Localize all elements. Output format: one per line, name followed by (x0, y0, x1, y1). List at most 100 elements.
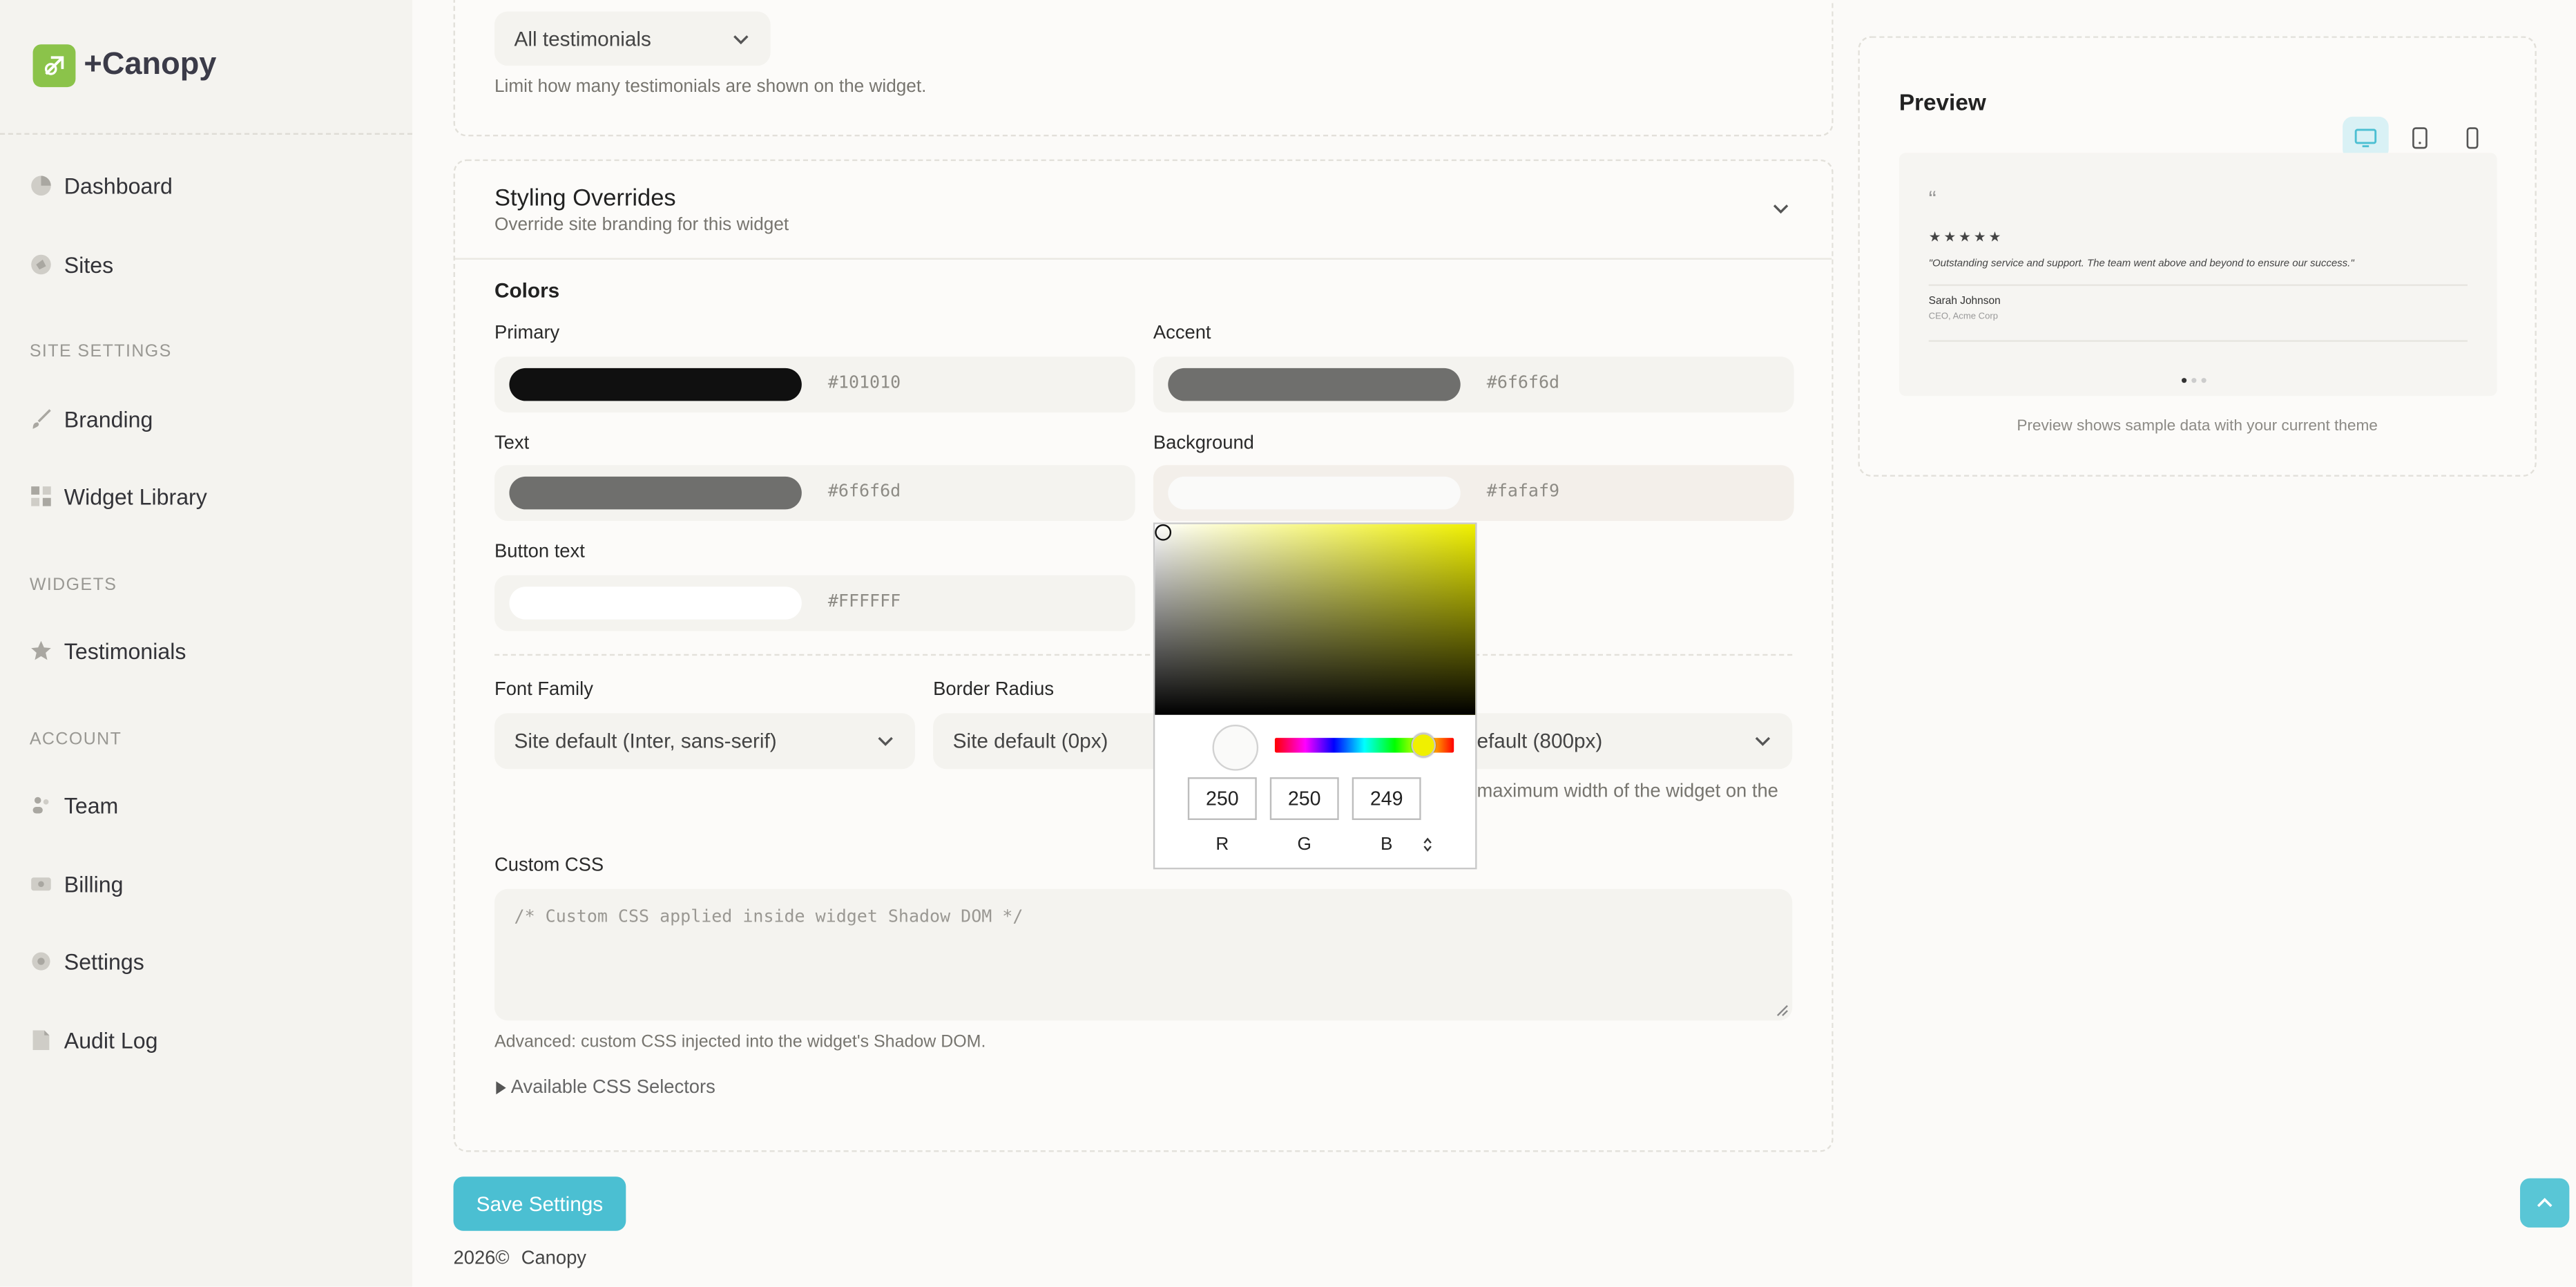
chevron-down-icon[interactable] (1771, 199, 1791, 219)
carousel-dot[interactable] (2191, 378, 2197, 383)
saturation-handle[interactable] (1155, 524, 1172, 541)
saturation-area[interactable] (1155, 524, 1476, 715)
text-color-hex[interactable]: #6f6f6d (828, 482, 901, 502)
section-divider (494, 654, 1793, 656)
footer: 2026© Canopy (454, 1249, 586, 1269)
testimonial-author: Sarah Johnson (1928, 296, 2001, 307)
text-color-swatch[interactable] (509, 476, 802, 510)
scroll-to-top-button[interactable] (2520, 1178, 2570, 1228)
green-input[interactable]: 250 (1269, 777, 1339, 821)
sidebar-item-label: Branding (64, 406, 153, 432)
globe-icon (30, 253, 52, 276)
primary-color-swatch[interactable] (509, 368, 802, 401)
testimonial-quote: "Outstanding service and support. The te… (1928, 258, 2354, 270)
blue-label: B (1380, 835, 1393, 855)
hue-slider[interactable] (1274, 732, 1454, 758)
carousel-dot[interactable] (2181, 378, 2187, 383)
sidebar-item-label: Billing (64, 871, 124, 897)
caret-right-icon (496, 1081, 506, 1095)
chevron-up-icon (2537, 1197, 2553, 1208)
background-color-label: Background (1153, 433, 1254, 454)
button-text-color-field: #FFFFFF (494, 575, 1135, 631)
max-width-help: maximum width of the widget on the (1477, 782, 1778, 802)
color-preview-circle (1212, 725, 1259, 771)
sidebar-item-testimonials[interactable]: Testimonials (30, 634, 186, 667)
button-text-color-hex[interactable]: #FFFFFF (828, 591, 901, 611)
sidebar-item-label: Team (64, 792, 119, 818)
background-color-field: #fafaf9 (1153, 465, 1794, 522)
credit-card-icon (30, 873, 52, 895)
footer-brand: Canopy (521, 1248, 586, 1269)
section-label-site-settings: SITE SETTINGS (29, 341, 172, 362)
text-color-label: Text (494, 433, 530, 454)
button-text-color-swatch[interactable] (509, 587, 802, 620)
sidebar-item-sites[interactable]: Sites (30, 248, 113, 281)
green-label: G (1297, 835, 1311, 855)
pie-chart-icon (30, 174, 52, 197)
background-color-swatch[interactable] (1168, 476, 1461, 510)
sidebar-item-label: Widget Library (64, 484, 207, 509)
accent-color-swatch[interactable] (1168, 368, 1461, 401)
limit-help: Limit how many testimonials are shown on… (494, 77, 927, 97)
available-css-selectors-label: Available CSS Selectors (510, 1078, 715, 1098)
phone-icon (2466, 127, 2479, 149)
chevron-down-icon (1755, 736, 1771, 746)
styling-overrides-title[interactable]: Styling Overrides (494, 186, 676, 212)
footer-year: 2026© (453, 1248, 510, 1269)
accent-color-field: #6f6f6d (1153, 356, 1794, 413)
chevron-down-icon (878, 736, 893, 746)
accent-color-label: Accent (1153, 323, 1211, 344)
testimonial-preview: “ ★★★★★ "Outstanding service and support… (1899, 153, 2497, 397)
font-family-label: Font Family (494, 680, 593, 700)
red-input[interactable]: 250 (1187, 777, 1257, 821)
sidebar-item-branding[interactable]: Branding (30, 403, 153, 436)
sidebar-item-settings[interactable]: Settings (30, 945, 144, 978)
hue-slider-handle[interactable] (1411, 732, 1436, 758)
font-family-select[interactable]: Site default (Inter, sans-serif) (494, 713, 915, 770)
primary-color-label: Primary (494, 323, 560, 344)
section-label-widgets: WIDGETS (29, 575, 117, 595)
carousel-dot[interactable] (2201, 378, 2207, 383)
text-color-field: #6f6f6d (494, 465, 1135, 522)
sidebar-item-label: Audit Log (64, 1027, 158, 1053)
accent-color-hex[interactable]: #6f6f6d (1487, 373, 1559, 393)
colors-heading: Colors (494, 279, 560, 303)
save-settings-button[interactable]: Save Settings (453, 1176, 626, 1231)
limit-select-value: All testimonials (514, 27, 651, 50)
sidebar-item-widget-library[interactable]: Widget Library (30, 480, 207, 513)
monitor-icon (2354, 128, 2377, 148)
sidebar-divider (0, 133, 413, 135)
available-css-selectors-toggle[interactable]: Available CSS Selectors (494, 1078, 715, 1098)
app-logo[interactable]: +Canopy (32, 44, 217, 88)
mode-toggle-icon[interactable] (1421, 837, 1434, 853)
sidebar-item-billing[interactable]: Billing (30, 868, 124, 901)
sidebar-item-label: Testimonials (64, 638, 186, 663)
font-family-value: Site default (Inter, sans-serif) (514, 730, 777, 753)
chevron-down-icon (733, 34, 749, 44)
custom-css-placeholder: /* Custom CSS applied inside widget Shad… (514, 907, 1023, 927)
sidebar-item-label: Settings (64, 948, 144, 974)
custom-css-textarea[interactable]: /* Custom CSS applied inside widget Shad… (494, 888, 1793, 1021)
custom-css-help: Advanced: custom CSS injected into the w… (494, 1031, 986, 1052)
resize-handle-icon[interactable] (1776, 1004, 1789, 1017)
sidebar: +Canopy Dashboard Sites SITE SETTINGS Br… (0, 0, 413, 1287)
sidebar-item-dashboard[interactable]: Dashboard (30, 169, 173, 202)
users-icon (30, 794, 52, 817)
blue-input[interactable]: 249 (1352, 777, 1421, 821)
primary-color-hex[interactable]: #101010 (828, 373, 901, 393)
sidebar-item-team[interactable]: Team (30, 789, 118, 822)
sidebar-item-audit-log[interactable]: Audit Log (30, 1024, 158, 1057)
limit-select[interactable]: All testimonials (494, 11, 771, 66)
sidebar-item-label: Dashboard (64, 173, 173, 198)
preview-note: Preview shows sample data with your curr… (2017, 417, 2378, 436)
card-header-divider (454, 258, 1832, 260)
background-color-hex[interactable]: #fafaf9 (1487, 482, 1559, 502)
grid-icon (30, 485, 52, 508)
primary-color-field: #101010 (494, 356, 1135, 413)
sidebar-item-label: Sites (64, 252, 114, 277)
button-text-color-label: Button text (494, 542, 585, 562)
preview-card: Preview “ ★★★★★ "Outstanding service and… (1858, 36, 2537, 477)
max-width-value: efault (800px) (1477, 730, 1603, 753)
red-label: R (1215, 835, 1229, 855)
custom-css-label: Custom CSS (494, 856, 604, 876)
